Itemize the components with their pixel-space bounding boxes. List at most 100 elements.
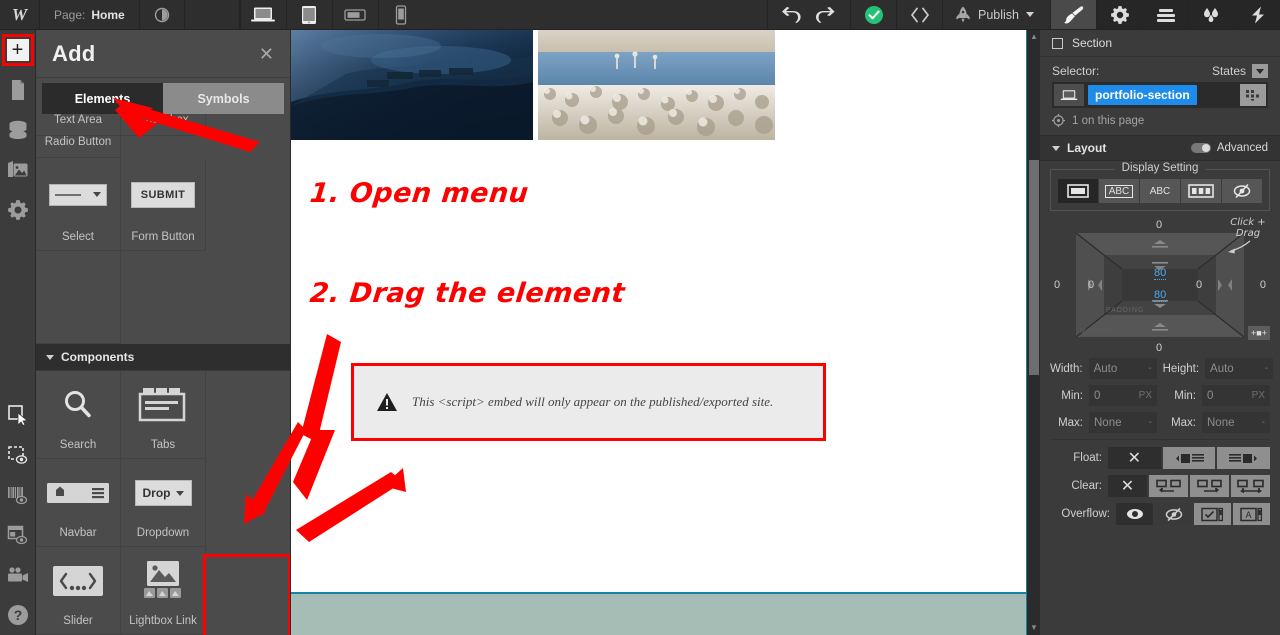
float-left-button[interactable]	[1162, 447, 1216, 469]
tab-elements[interactable]: Elements	[42, 83, 163, 114]
component-slider[interactable]: Slider	[36, 547, 121, 635]
float-none-button[interactable]: ✕	[1108, 447, 1161, 469]
scroll-up-arrow[interactable]: ▲	[1030, 33, 1038, 41]
tab-swatches-panel[interactable]	[1188, 0, 1234, 29]
element-select[interactable]: Select	[36, 158, 121, 251]
width-max-input[interactable]: None -	[1089, 412, 1157, 433]
margin-right-value[interactable]: 0	[1260, 279, 1266, 291]
webflow-logo[interactable]: W	[0, 0, 40, 29]
tab-interactions-panel[interactable]	[1234, 0, 1280, 29]
component-dropdown[interactable]: Drop Dropdown	[121, 459, 206, 547]
margin-bottom-value[interactable]: 0	[1156, 342, 1162, 354]
selector-usage[interactable]: 1 on this page	[1040, 108, 1280, 135]
publish-button[interactable]: Publish	[942, 0, 1050, 29]
sidebar-item-video-tutorials[interactable]	[0, 555, 36, 595]
overflow-scroll-button[interactable]	[1194, 503, 1231, 525]
states-control[interactable]: States	[1212, 64, 1268, 78]
tab-settings-panel[interactable]	[1096, 0, 1142, 29]
component-lightbox-link[interactable]: Lightbox Link	[121, 547, 206, 635]
gallery-image-2[interactable]	[538, 30, 775, 140]
component-tabs[interactable]: Tabs	[121, 371, 206, 459]
padding-right-value[interactable]: 0	[1196, 279, 1202, 291]
padding-bottom-value[interactable]: 80	[1154, 289, 1167, 302]
sidebar-item-help[interactable]: ?	[0, 595, 36, 635]
components-section-header[interactable]: Components	[36, 344, 290, 371]
sidebar-item-element-visibility[interactable]	[0, 435, 36, 475]
preview-toggle[interactable]	[140, 0, 185, 29]
box-model-editor[interactable]: 0 0 0 0 PADDING MARGIN 0 0 80 80 Click +…	[1050, 217, 1270, 354]
grid-menu-icon[interactable]	[1240, 84, 1266, 106]
width-min-input[interactable]: 0 PX	[1089, 385, 1157, 406]
sidebar-item-assets[interactable]	[0, 150, 36, 190]
display-block-button[interactable]	[1058, 179, 1099, 203]
height-input[interactable]: Auto -	[1205, 358, 1274, 379]
device-desktop[interactable]	[239, 0, 286, 29]
overflow-visible-button[interactable]	[1116, 503, 1153, 525]
box-model-expand-button[interactable]: +■+	[1248, 326, 1270, 340]
close-icon[interactable]: ✕	[259, 45, 274, 63]
portfolio-section-block[interactable]	[291, 592, 1026, 635]
clear-left-button[interactable]	[1149, 475, 1188, 497]
cursor-square-icon	[7, 405, 28, 426]
float-right-button[interactable]	[1217, 447, 1271, 469]
selector-device-icon[interactable]	[1054, 84, 1084, 106]
embed-notice[interactable]: This <script> embed will only appear on …	[354, 366, 823, 438]
element-text-area[interactable]: Text Area	[36, 114, 121, 136]
elements-grid-clipped: Text Area Checkbox Radio Button	[36, 114, 290, 158]
sidebar-item-layout-preview[interactable]	[0, 515, 36, 555]
height-max-input[interactable]: None -	[1202, 412, 1270, 433]
device-tablet[interactable]	[285, 0, 332, 29]
display-none-button[interactable]	[1222, 179, 1262, 203]
sidebar-item-cms[interactable]	[0, 110, 36, 150]
element-radio-button[interactable]: Radio Button	[36, 136, 121, 158]
components-label: Components	[61, 350, 135, 364]
device-mobile-landscape[interactable]	[331, 0, 378, 29]
scrollbar-thumb[interactable]	[1029, 160, 1039, 375]
sidebar-item-pointer-mode[interactable]	[0, 395, 36, 435]
element-checkbox[interactable]: Checkbox	[121, 114, 206, 136]
display-flex-button[interactable]	[1181, 179, 1222, 203]
clear-right-button[interactable]	[1190, 475, 1229, 497]
design-canvas[interactable]: 1. Open menu 2. Drag the element This <s…	[291, 30, 1026, 635]
width-input[interactable]: Auto -	[1088, 358, 1157, 379]
sidebar-item-typography-preview[interactable]	[0, 475, 36, 515]
code-export-button[interactable]	[896, 0, 942, 29]
device-mobile-portrait[interactable]	[377, 0, 424, 29]
advanced-toggle[interactable]: Advanced	[1190, 142, 1268, 154]
tab-style-panel[interactable]	[1050, 0, 1096, 29]
clear-both-button[interactable]	[1231, 475, 1270, 497]
margin-top-value[interactable]: 0	[1156, 219, 1162, 231]
eye-slash-icon	[1165, 507, 1182, 521]
tab-symbols[interactable]: Symbols	[163, 83, 284, 114]
padding-left-value[interactable]: 0	[1088, 279, 1094, 291]
sidebar-item-add-elements[interactable]: +	[0, 30, 36, 70]
float-label: Float:	[1073, 452, 1102, 464]
gallery-image-1[interactable]	[291, 30, 533, 140]
margin-left-value[interactable]: 0	[1054, 279, 1060, 291]
height-min-input[interactable]: 0 PX	[1202, 385, 1270, 406]
save-status-button[interactable]	[850, 0, 896, 29]
undo-arrow-icon[interactable]	[782, 6, 802, 23]
element-label: Dropdown	[136, 527, 190, 539]
overflow-auto-button[interactable]: A	[1233, 503, 1270, 525]
display-inline-button[interactable]: ABC	[1140, 179, 1181, 203]
page-selector[interactable]: Page: Home	[40, 0, 140, 29]
canvas-scrollbar[interactable]: ▲ ▼	[1026, 30, 1040, 635]
padding-top-value[interactable]: 80	[1154, 267, 1167, 280]
display-inline-block-button[interactable]: ABC	[1099, 179, 1140, 203]
overflow-hidden-button[interactable]	[1155, 503, 1192, 525]
sidebar-item-settings[interactable]	[0, 190, 36, 230]
target-icon	[1052, 114, 1065, 127]
sidebar-item-pages[interactable]	[0, 70, 36, 110]
component-search[interactable]: Search	[36, 371, 121, 459]
redo-arrow-icon[interactable]	[816, 6, 836, 23]
component-navbar[interactable]: Navbar	[36, 459, 121, 547]
clear-none-button[interactable]: ✕	[1108, 475, 1147, 497]
tab-navigator-panel[interactable]	[1142, 0, 1188, 29]
states-dropdown-button[interactable]	[1252, 64, 1268, 78]
selector-class-chip[interactable]: portfolio-section	[1088, 85, 1197, 105]
element-form-button[interactable]: SUBMIT Form Button	[121, 158, 206, 251]
layout-section-header[interactable]: Layout Advanced	[1040, 135, 1280, 161]
selected-element-row[interactable]: Section	[1040, 30, 1280, 56]
scroll-down-arrow[interactable]: ▼	[1030, 624, 1038, 632]
